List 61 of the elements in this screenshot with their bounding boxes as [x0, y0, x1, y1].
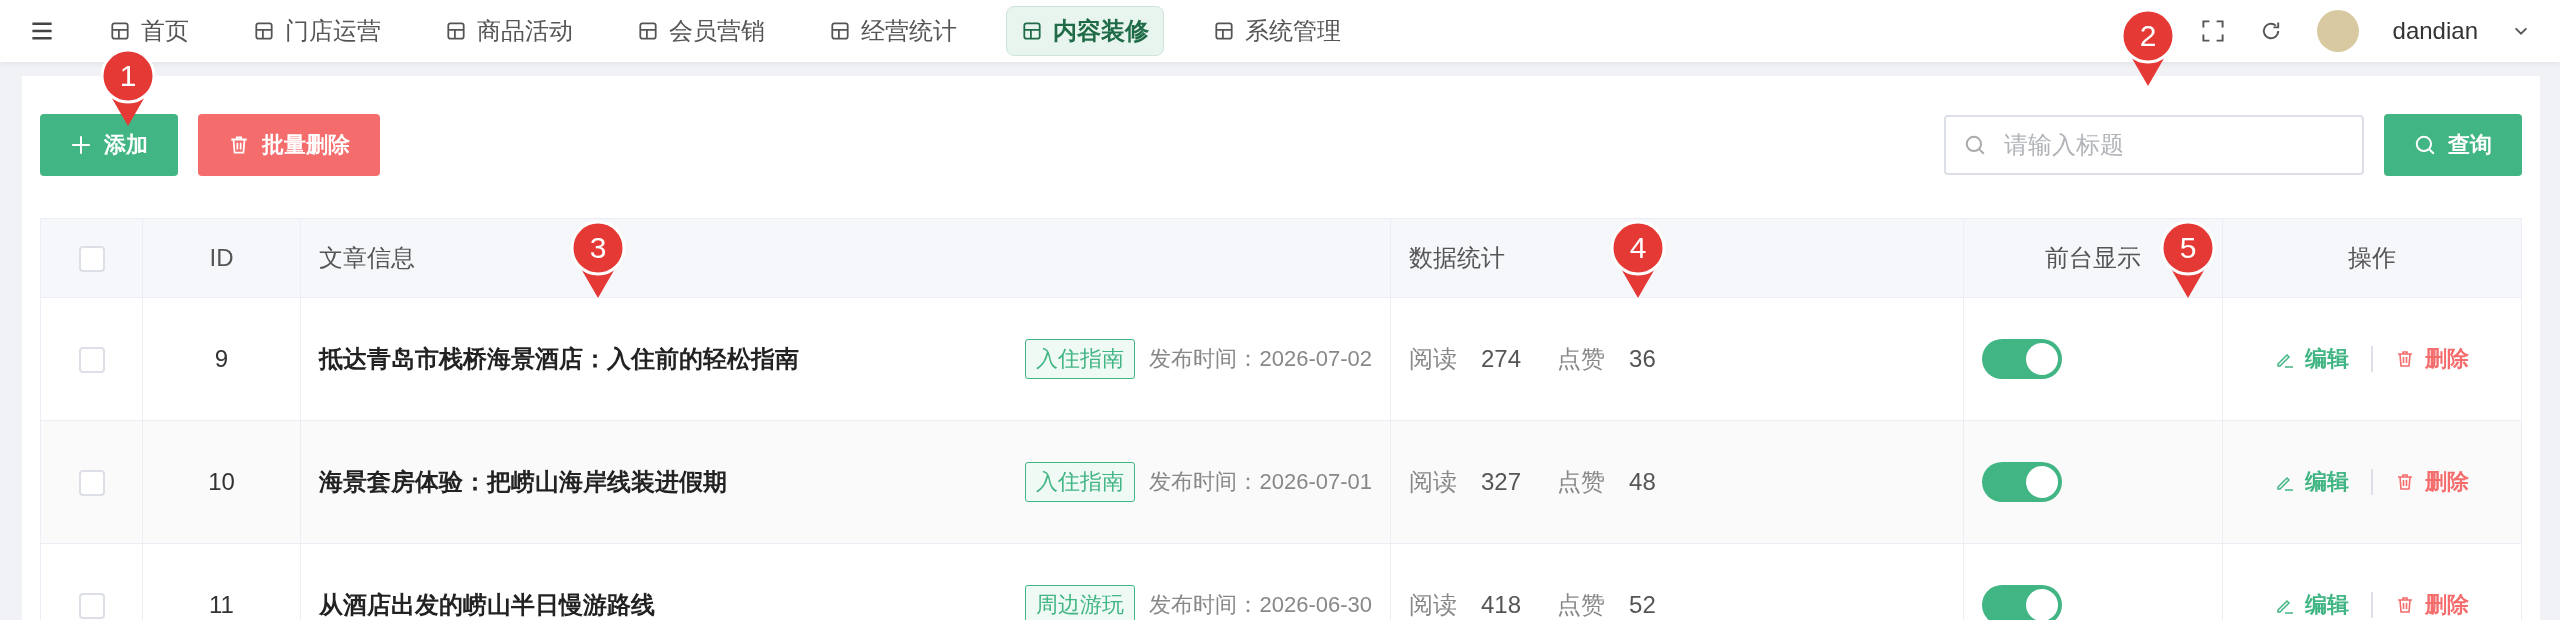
like-count: 52 [1629, 591, 1656, 619]
like-label: 点赞 [1557, 590, 1606, 620]
user-name[interactable]: dandian [2392, 17, 2478, 45]
read-count: 274 [1481, 345, 1522, 373]
read-count: 418 [1481, 591, 1522, 619]
like-count: 48 [1629, 468, 1656, 496]
publish-date: 发布时间：2026-06-30 [1149, 591, 1372, 619]
id-cell: 9 [142, 297, 301, 421]
display-toggle[interactable] [1982, 462, 2062, 502]
edit-link[interactable]: 编辑 [2269, 343, 2356, 375]
publish-date: 发布时间：2026-07-01 [1149, 468, 1372, 496]
edit-link[interactable]: 编辑 [2269, 466, 2356, 498]
row-checkbox[interactable] [78, 470, 105, 497]
nav-icon [1213, 20, 1235, 42]
category-tag: 周边游玩 [1025, 585, 1136, 620]
edit-link[interactable]: 编辑 [2269, 589, 2356, 620]
add-button[interactable]: 添加 [40, 114, 178, 176]
nav-icon [1021, 20, 1043, 42]
plus-icon [70, 134, 92, 156]
delete-link[interactable]: 删除 [2388, 343, 2475, 375]
column-header: ID [142, 218, 301, 298]
delete-link[interactable]: 删除 [2388, 589, 2475, 620]
read-label: 阅读 [1409, 467, 1457, 497]
row-checkbox[interactable] [78, 347, 105, 374]
nav-tab[interactable]: 会员营销 [622, 6, 780, 56]
like-label: 点赞 [1557, 344, 1606, 374]
read-count: 327 [1481, 468, 1522, 496]
article-title: 海景套房体验：把崂山海岸线装进假期 [319, 467, 728, 497]
nav-tab[interactable]: 内容装修 [1006, 6, 1164, 56]
id-cell: 10 [142, 420, 301, 544]
display-toggle[interactable] [1982, 339, 2062, 379]
column-header: 操作 [2222, 218, 2522, 298]
query-button[interactable]: 查询 [2384, 114, 2522, 176]
article-title: 抵达青岛市栈桥海景酒店：入住前的轻松指南 [319, 344, 800, 374]
delete-link[interactable]: 删除 [2388, 466, 2475, 498]
display-toggle[interactable] [1982, 585, 2062, 620]
category-tag: 入住指南 [1025, 339, 1136, 379]
nav-icon [829, 20, 851, 42]
read-label: 阅读 [1409, 344, 1457, 374]
nav-icon [253, 20, 275, 42]
nav-tab[interactable]: 系统管理 [1198, 6, 1356, 56]
nav-icon [637, 20, 659, 42]
avatar[interactable] [2316, 10, 2359, 52]
like-label: 点赞 [1557, 467, 1606, 497]
nav-icon [445, 20, 467, 42]
trash-icon [228, 134, 250, 156]
select-all-checkbox[interactable] [78, 246, 105, 273]
article-title: 从酒店出发的崂山半日慢游路线 [319, 590, 656, 620]
publish-date: 发布时间：2026-07-02 [1149, 345, 1372, 373]
nav-tab[interactable]: 门店运营 [238, 6, 396, 56]
nav-tab[interactable]: 经营统计 [814, 6, 972, 56]
nav-icon [109, 20, 131, 42]
category-tag: 入住指南 [1025, 462, 1136, 502]
search-field[interactable]: 请输入标题 [1944, 115, 2364, 175]
like-count: 36 [1629, 345, 1656, 373]
nav-tab[interactable]: 商品活动 [430, 6, 588, 56]
search-icon [2414, 134, 2436, 156]
row-checkbox[interactable] [78, 593, 105, 620]
read-label: 阅读 [1409, 590, 1457, 620]
fullscreen-icon[interactable] [2200, 19, 2225, 43]
batch-delete-button[interactable]: 批量删除 [198, 114, 380, 176]
